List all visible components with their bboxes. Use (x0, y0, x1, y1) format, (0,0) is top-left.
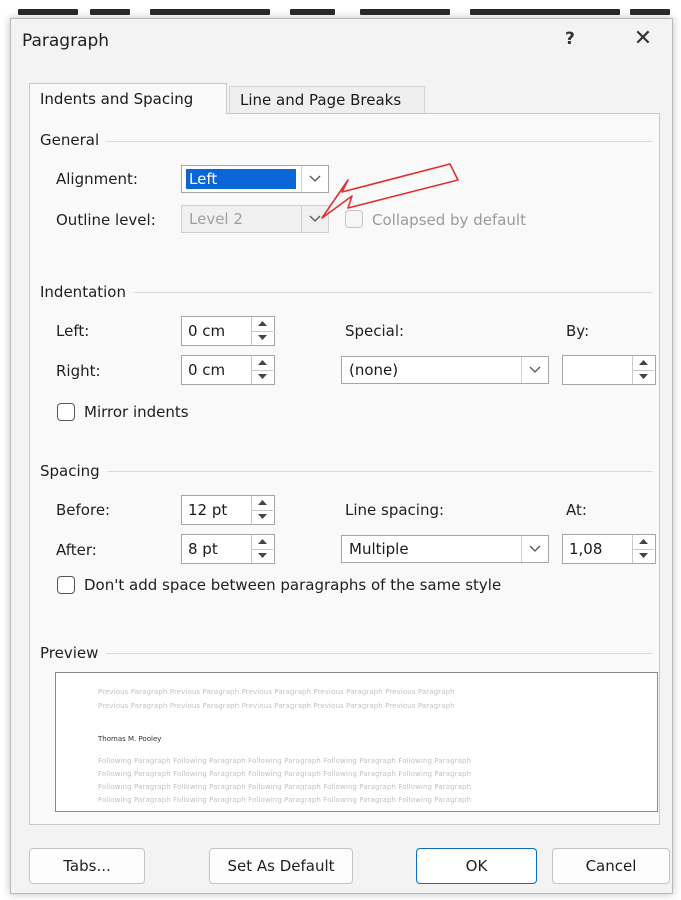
preview-following-line: Following Paragraph Following Paragraph … (98, 770, 472, 778)
tab-label: Indents and Spacing (40, 90, 194, 108)
spin-up-icon[interactable] (252, 496, 273, 511)
indent-right-value: 0 cm (188, 361, 226, 379)
alignment-label: Alignment: (56, 170, 138, 188)
line-spacing-label: Line spacing: (345, 501, 445, 519)
spin-up-icon[interactable] (252, 317, 273, 332)
mirror-indents-checkbox[interactable] (57, 403, 75, 421)
spin-down-icon[interactable] (252, 370, 273, 384)
spin-down-icon[interactable] (633, 549, 654, 563)
spinner-buttons (251, 535, 274, 563)
spin-down-icon[interactable] (633, 370, 654, 384)
preview-previous-line: Previous Paragraph Previous Paragraph Pr… (98, 688, 455, 696)
section-preview: Preview (40, 644, 107, 662)
indent-left-value: 0 cm (188, 322, 226, 340)
indent-right-label: Right: (56, 362, 101, 380)
preview-following-line: Following Paragraph Following Paragraph … (98, 783, 472, 791)
spacing-before-value: 12 pt (188, 501, 228, 519)
section-general: General (40, 131, 108, 149)
annotation-arrow-icon (321, 163, 459, 219)
section-divider (40, 471, 652, 472)
spin-down-icon[interactable] (252, 510, 273, 524)
tab-line-and-page-breaks[interactable]: Line and Page Breaks (229, 86, 425, 113)
indent-right-spinner[interactable]: 0 cm (181, 355, 275, 385)
by-label: By: (566, 322, 590, 340)
indent-left-label: Left: (56, 322, 90, 340)
special-label: Special: (345, 322, 405, 340)
spacing-after-spinner[interactable]: 8 pt (181, 534, 275, 564)
close-button[interactable]: ✕ (630, 26, 656, 52)
ok-button[interactable]: OK (416, 848, 537, 884)
spinner-buttons (632, 356, 655, 384)
tab-label: Line and Page Breaks (240, 91, 402, 109)
spin-up-icon[interactable] (252, 356, 273, 371)
special-select[interactable]: (none) (341, 356, 549, 384)
tab-indents-and-spacing[interactable]: Indents and Spacing (29, 83, 227, 114)
spacing-before-spinner[interactable]: 12 pt (181, 495, 275, 525)
at-value: 1,08 (569, 540, 603, 558)
section-spacing: Spacing (40, 462, 108, 480)
line-spacing-select[interactable]: Multiple (341, 535, 549, 563)
cancel-button[interactable]: Cancel (552, 848, 670, 884)
special-value: (none) (349, 361, 399, 379)
spin-up-icon[interactable] (252, 535, 273, 550)
set-as-default-button[interactable]: Set As Default (209, 848, 353, 884)
dialog-title: Paragraph (22, 31, 110, 51)
spacing-after-label: After: (56, 541, 97, 559)
chevron-down-icon[interactable] (521, 357, 548, 383)
spinner-buttons (251, 356, 274, 384)
background-document (0, 0, 681, 20)
preview-following-line: Following Paragraph Following Paragraph … (98, 757, 472, 765)
spacing-after-value: 8 pt (188, 540, 218, 558)
section-divider (40, 141, 652, 142)
spin-up-icon[interactable] (633, 535, 654, 550)
indent-left-spinner[interactable]: 0 cm (181, 316, 275, 346)
spin-up-icon[interactable] (633, 356, 654, 371)
chevron-down-icon[interactable] (521, 536, 548, 562)
spinner-buttons (632, 535, 655, 563)
preview-previous-line: Previous Paragraph Previous Paragraph Pr… (98, 702, 455, 710)
outline-level-value: Level 2 (189, 210, 243, 228)
preview-following-line: Following Paragraph Following Paragraph … (98, 796, 472, 804)
spinner-buttons (251, 317, 274, 345)
dont-add-space-label: Don't add space between paragraphs of th… (84, 576, 502, 594)
alignment-select[interactable]: Left (181, 165, 329, 193)
preview-box: Previous Paragraph Previous Paragraph Pr… (55, 672, 658, 812)
help-button[interactable]: ? (565, 29, 575, 49)
spinner-buttons (251, 496, 274, 524)
outline-level-select[interactable]: Level 2 (181, 205, 329, 233)
by-spinner[interactable] (562, 355, 656, 385)
preview-sample-text: Thomas M. Pooley (98, 735, 162, 743)
dont-add-space-checkbox[interactable] (57, 576, 75, 594)
line-spacing-value: Multiple (349, 540, 409, 558)
mirror-indents-label: Mirror indents (84, 403, 189, 421)
tabs-button[interactable]: Tabs... (29, 848, 145, 884)
outline-level-label: Outline level: (56, 211, 156, 229)
spacing-before-label: Before: (56, 501, 111, 519)
spin-down-icon[interactable] (252, 331, 273, 345)
section-divider (40, 653, 652, 654)
alignment-value: Left (186, 169, 296, 189)
section-indentation: Indentation (40, 283, 134, 301)
at-label: At: (566, 501, 587, 519)
close-icon: ✕ (633, 26, 653, 51)
at-spinner[interactable]: 1,08 (562, 534, 656, 564)
spin-down-icon[interactable] (252, 549, 273, 563)
